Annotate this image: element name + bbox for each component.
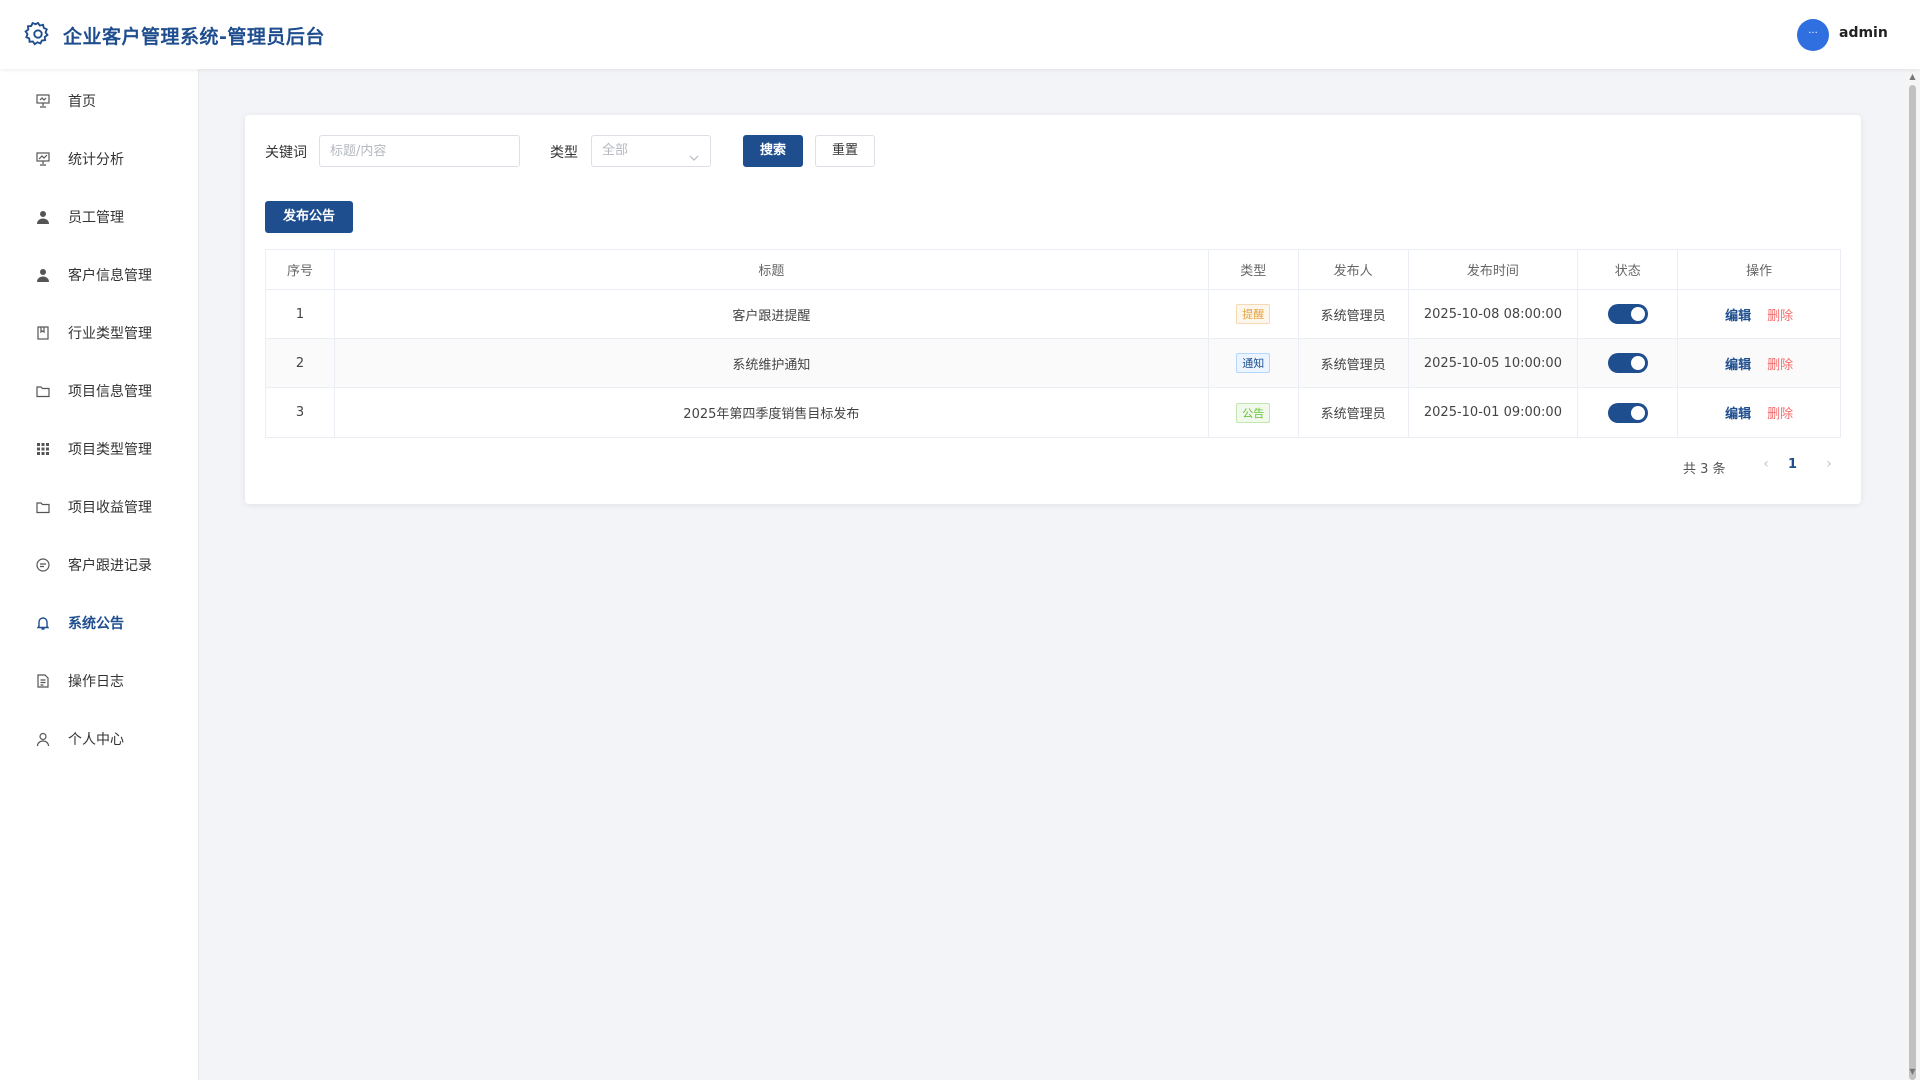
chevron-right-icon[interactable]: ›: [1821, 456, 1837, 474]
folder-icon: [34, 382, 52, 400]
announcement-card: 关键词 类型 全部 搜索 重置 发布公告 序号 标题 类型 发布人 发布时间 状…: [245, 115, 1861, 504]
table-row: 2 系统维护通知 通知 系统管理员 2025-10-05 10:00:00 编辑 删除: [266, 339, 1840, 388]
grid-icon: [34, 440, 52, 458]
chevron-down-icon: [688, 146, 700, 161]
row-publisher: 系统管理员: [1299, 388, 1409, 437]
sidebar-item-label: 首页: [68, 94, 96, 110]
gear-icon: [24, 20, 52, 48]
sidebar-item-label: 项目信息管理: [68, 384, 152, 400]
presentation-icon: [34, 92, 52, 110]
edit-button[interactable]: 编辑: [1725, 305, 1751, 324]
sidebar-item-8[interactable]: 客户跟进记录: [0, 536, 199, 594]
sidebar-item-4[interactable]: 行业类型管理: [0, 304, 199, 362]
table-row: 1 客户跟进提醒 提醒 系统管理员 2025-10-08 08:00:00 编辑 删除: [266, 290, 1840, 339]
toggle-knob: [1630, 307, 1645, 321]
pagination-page[interactable]: 1: [1788, 457, 1797, 472]
header-title: 标题: [335, 250, 1209, 289]
row-time: 2025-10-05 10:00:00: [1409, 339, 1579, 387]
sidebar-item-9[interactable]: 系统公告: [0, 594, 199, 652]
row-title: 2025年第四季度销售目标发布: [335, 388, 1209, 437]
reset-button[interactable]: 重置: [815, 135, 875, 167]
publish-announcement-button[interactable]: 发布公告: [265, 201, 353, 233]
edit-button[interactable]: 编辑: [1725, 403, 1751, 422]
type-select[interactable]: 全部: [591, 135, 711, 167]
sidebar-item-label: 项目类型管理: [68, 442, 152, 458]
chat-icon: [34, 556, 52, 574]
sidebar-item-label: 项目收益管理: [68, 500, 152, 516]
header-actions: 操作: [1746, 264, 1773, 279]
edit-button[interactable]: 编辑: [1725, 354, 1751, 373]
bookmark-icon: [34, 324, 52, 342]
sidebar-item-label: 个人中心: [68, 732, 124, 748]
delete-button[interactable]: 删除: [1767, 354, 1793, 373]
row-publisher: 系统管理员: [1299, 339, 1409, 387]
person-icon: [34, 730, 52, 748]
header-status: 状态: [1578, 250, 1679, 289]
app-title: 企业客户管理系统-管理员后台: [63, 26, 325, 48]
type-tag: 提醒: [1236, 304, 1271, 324]
delete-button[interactable]: 删除: [1767, 403, 1793, 422]
table-row: 3 2025年第四季度销售目标发布 公告 系统管理员 2025-10-01 09:00:…: [266, 388, 1840, 437]
row-index: 2: [266, 339, 335, 387]
scroll-down-icon[interactable]: ▼: [1908, 1067, 1917, 1076]
chart-icon: [34, 150, 52, 168]
header-type: 类型: [1209, 250, 1299, 289]
toggle-knob: [1630, 405, 1645, 420]
bell-icon: [34, 614, 52, 632]
pagination-total: 共 3 条: [1683, 462, 1726, 477]
sidebar-item-5[interactable]: 项目信息管理: [0, 362, 199, 420]
avatar[interactable]: ···: [1797, 19, 1829, 51]
keyword-input[interactable]: [319, 135, 520, 167]
row-publisher: 系统管理员: [1299, 290, 1409, 338]
sidebar: 首页统计分析员工管理客户信息管理 行业类型管理 项目信息管理 项目类型管理 项目收益管理…: [0, 69, 199, 1080]
sidebar-item-10[interactable]: 操作日志: [0, 652, 199, 710]
announcement-table: 序号 标题 类型 发布人 发布时间 状态 操作 1 客户跟进提醒 提醒 系统管理员 20…: [265, 249, 1841, 438]
sidebar-item-3[interactable]: 客户信息管理: [0, 246, 199, 304]
folder-icon: [34, 498, 52, 516]
header-index: 序号: [266, 250, 335, 289]
chevron-left-icon[interactable]: ‹: [1758, 456, 1774, 474]
type-tag: 公告: [1236, 402, 1271, 423]
header-time: 发布时间: [1409, 250, 1579, 289]
user-icon: [34, 266, 52, 284]
sidebar-item-1[interactable]: 统计分析: [0, 130, 199, 188]
sidebar-item-label: 操作日志: [68, 674, 124, 690]
row-index: 1: [266, 290, 335, 338]
type-tag: 通知: [1236, 353, 1271, 373]
table-header: 序号 标题 类型 发布人 发布时间 状态 操作: [266, 250, 1840, 290]
sidebar-item-label: 统计分析: [68, 152, 124, 168]
status-toggle[interactable]: [1607, 353, 1648, 373]
user-name[interactable]: admin: [1839, 25, 1888, 41]
row-title: 客户跟进提醒: [335, 290, 1209, 338]
delete-button[interactable]: 删除: [1767, 305, 1793, 324]
search-button[interactable]: 搜索: [743, 135, 803, 167]
page-scrollbar[interactable]: ▲ ▼: [1905, 69, 1920, 1080]
row-time: 2025-10-01 09:00:00: [1409, 388, 1579, 437]
sidebar-item-label: 行业类型管理: [68, 326, 152, 342]
sidebar-item-0[interactable]: 首页: [0, 72, 199, 130]
status-toggle[interactable]: [1607, 304, 1648, 324]
scroll-thumb[interactable]: [1909, 85, 1916, 1080]
toggle-knob: [1630, 356, 1645, 370]
status-toggle[interactable]: [1607, 402, 1648, 423]
row-index: 3: [266, 388, 335, 437]
sidebar-item-6[interactable]: 项目类型管理: [0, 420, 199, 478]
sidebar-item-label: 客户信息管理: [68, 268, 152, 284]
sidebar-item-11[interactable]: 个人中心: [0, 710, 199, 768]
document-icon: [34, 672, 52, 690]
sidebar-item-label: 系统公告: [68, 616, 124, 632]
type-select-value: 全部: [602, 143, 629, 158]
user-icon: [34, 208, 52, 226]
sidebar-item-7[interactable]: 项目收益管理: [0, 478, 199, 536]
sidebar-item-2[interactable]: 员工管理: [0, 188, 199, 246]
sidebar-item-label: 客户跟进记录: [68, 558, 152, 574]
top-header: 企业客户管理系统-管理员后台 ··· admin: [0, 0, 1920, 69]
type-label: 类型: [550, 145, 578, 161]
sidebar-item-label: 员工管理: [68, 210, 124, 226]
row-title: 系统维护通知: [335, 339, 1209, 387]
scroll-up-icon[interactable]: ▲: [1908, 72, 1917, 81]
row-time: 2025-10-08 08:00:00: [1409, 290, 1579, 338]
header-publisher: 发布人: [1299, 250, 1409, 289]
keyword-label: 关键词: [265, 145, 307, 161]
